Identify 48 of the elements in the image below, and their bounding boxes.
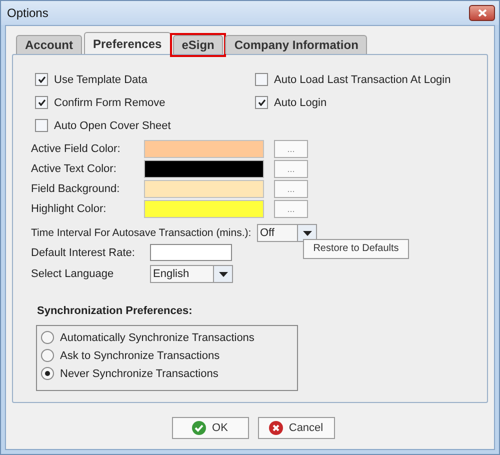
field-label: Time Interval For Autosave Transaction (mins.): [31,227,252,239]
field-label: Select Language [31,268,115,280]
tab[interactable]: eSign [172,35,224,54]
color-picker-button[interactable]: ... [274,180,308,198]
restore-defaults-button[interactable]: Restore to Defaults [303,238,409,258]
cancel-icon [268,421,283,435]
radio-button[interactable] [41,349,54,362]
caret-icon [302,230,312,236]
tab[interactable]: Preferences [84,32,171,54]
section-title: Synchronization Preferences: [37,305,194,317]
check-icon [258,99,266,106]
color-label: Highlight Color: [31,203,108,215]
radio-button[interactable] [41,367,54,380]
autosave-select[interactable]: Off [257,224,317,242]
ok-button[interactable]: OK [172,417,248,439]
close-icon [478,9,486,17]
close-button[interactable] [469,5,495,21]
checkbox-label: Auto Load Last Transaction At Login [274,74,451,86]
cancel-button[interactable]: Cancel [258,417,334,439]
window-title: Options [7,6,48,20]
checkbox-label: Use Template Data [54,74,148,86]
color-picker-button[interactable]: ... [274,200,308,218]
color-picker-button[interactable]: ... [274,160,308,178]
checkbox[interactable] [35,96,48,109]
color-label: Field Background: [31,183,121,195]
field-label: Default Interest Rate: [31,246,136,258]
color-label: Active Field Color: [31,143,122,155]
check-icon [38,76,46,83]
radio-button[interactable] [41,331,54,344]
checkbox-label: Auto Login [274,96,327,108]
interest-rate-field[interactable] [150,244,232,261]
tab[interactable]: Account [16,35,82,54]
checkbox[interactable] [35,119,48,132]
radio-label: Never Synchronize Transactions [60,368,218,380]
tab[interactable]: Company Information [225,35,368,54]
checkbox[interactable] [255,96,268,109]
caret-icon [218,272,228,276]
checkbox[interactable] [35,73,48,86]
check-icon [192,421,206,435]
radio-label: Ask to Synchronize Transactions [60,350,220,362]
check-icon [38,99,46,106]
radio-label: Automatically Synchronize Transactions [60,332,254,344]
checkbox-label: Confirm Form Remove [54,96,166,108]
color-label: Active Text Color: [31,163,118,175]
language-select[interactable]: English [150,265,233,283]
color-picker-button[interactable]: ... [274,140,308,158]
checkbox[interactable] [255,73,268,86]
checkbox-label: Auto Open Cover Sheet [54,120,171,132]
